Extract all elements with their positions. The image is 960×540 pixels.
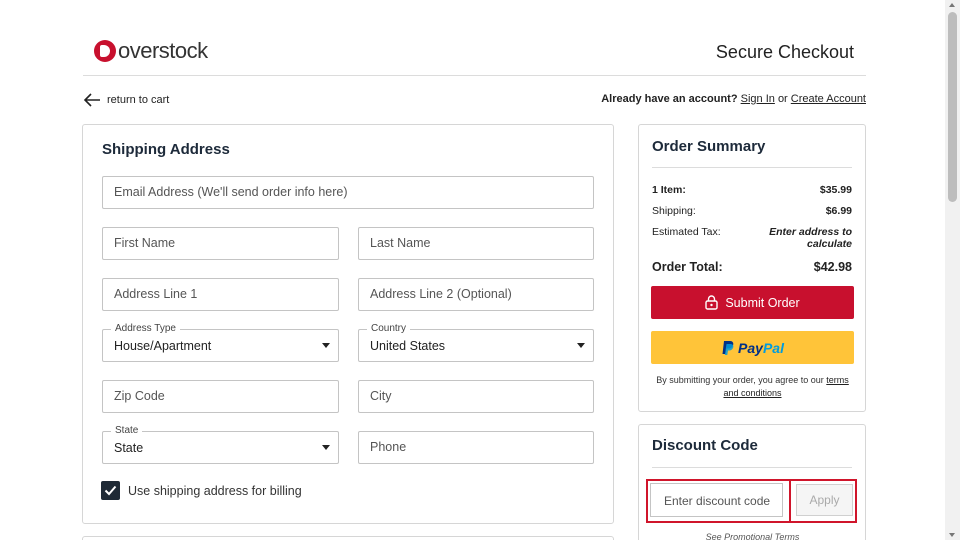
caret-down-icon [322,343,330,348]
country-select[interactable]: Country United States [358,323,594,362]
items-label: 1 Item: [652,184,686,196]
shipping-label: Shipping: [652,205,696,217]
paypal-button[interactable]: PayPal [651,331,854,364]
discount-code-title: Discount Code [652,437,758,454]
address-line-1-placeholder: Address Line 1 [114,287,198,301]
state-label: State [111,425,143,436]
next-section-panel [82,536,614,540]
apply-button-highlight [789,479,857,523]
zip-code-field[interactable]: Zip Code [102,380,339,413]
overstock-logo[interactable]: overstock [94,38,208,64]
billing-same-label: Use shipping address for billing [128,484,302,498]
caret-down-icon [577,343,585,348]
address-type-select[interactable]: Address Type House/Apartment [102,323,339,362]
page-scrollbar[interactable] [945,0,960,540]
scroll-up-icon[interactable] [949,3,955,7]
phone-field[interactable]: Phone [358,431,594,464]
paypal-pal-text: Pal [762,339,784,356]
return-to-cart-link[interactable]: return to cart [83,92,169,108]
items-value: $35.99 [819,184,852,196]
or-text: or [777,93,788,105]
tax-label: Estimated Tax: [652,226,721,238]
address-line-1-field[interactable]: Address Line 1 [102,278,339,311]
paypal-icon [722,340,734,355]
address-type-value: House/Apartment [114,339,212,353]
shipping-row: Shipping: $6.99 [652,205,852,217]
account-prompt: Already have an account? Sign In or Crea… [601,93,866,105]
arrow-left-icon [83,93,100,107]
order-total-value: $42.98 [813,260,852,274]
account-prompt-text: Already have an account? [601,93,738,105]
city-placeholder: City [370,389,392,403]
checkout-header: overstock Secure Checkout [83,30,866,76]
tax-value-line2: calculate [807,238,852,250]
discount-input-highlight [646,479,791,523]
summary-divider [652,167,852,168]
overstock-logo-mark [94,40,116,62]
tax-row: Estimated Tax: Enter address to calculat… [652,226,852,252]
order-summary-panel: Order Summary 1 Item: $35.99 Shipping: $… [638,124,866,412]
page-title: Secure Checkout [715,42,854,62]
order-total-label: Order Total: [652,260,723,274]
last-name-field[interactable]: Last Name [358,227,594,260]
scroll-down-icon[interactable] [949,533,955,537]
items-row: 1 Item: $35.99 [652,184,852,196]
terms-prefix: By submitting your order, you agree to o… [656,375,824,385]
address-type-label: Address Type [111,323,180,334]
tax-value: Enter address to calculate [769,226,852,250]
paypal-wordmark: PayPal [738,340,784,356]
lock-icon [705,295,719,310]
order-total-row: Order Total: $42.98 [652,260,852,274]
submit-order-label: Submit Order [725,295,800,310]
create-account-link[interactable]: Create Account [791,93,866,105]
city-field[interactable]: City [358,380,594,413]
submit-order-button[interactable]: Submit Order [651,286,854,319]
first-name-field[interactable]: First Name [102,227,339,260]
address-line-2-field[interactable]: Address Line 2 (Optional) [358,278,594,311]
country-label: Country [367,323,411,334]
shipping-address-title: Shipping Address [102,141,230,158]
country-value: United States [370,339,446,353]
checkmark-icon [104,485,117,496]
promotional-terms-link[interactable]: See Promotional Terms [651,532,854,540]
email-field[interactable]: Email Address (We'll send order info her… [102,176,594,209]
state-value: State [114,441,144,455]
zip-code-placeholder: Zip Code [114,389,165,403]
terms-notice: By submitting your order, you agree to o… [651,374,854,400]
order-summary-title: Order Summary [652,138,766,155]
address-line-2-placeholder: Address Line 2 (Optional) [370,287,512,301]
email-placeholder: Email Address (We'll send order info her… [114,185,348,199]
last-name-placeholder: Last Name [370,236,431,250]
logo-text: overstock [118,38,208,63]
discount-divider [652,467,852,468]
tax-value-line1: Enter address to [769,226,852,238]
state-select[interactable]: State State [102,425,339,464]
phone-placeholder: Phone [370,440,407,454]
scrollbar-thumb[interactable] [948,12,957,202]
sign-in-link[interactable]: Sign In [741,93,775,105]
caret-down-icon [322,445,330,450]
first-name-placeholder: First Name [114,236,176,250]
paypal-pay-text: Pay [738,339,763,356]
billing-same-checkbox[interactable] [101,481,120,500]
return-to-cart-label: return to cart [107,94,170,106]
shipping-value: $6.99 [825,205,852,217]
